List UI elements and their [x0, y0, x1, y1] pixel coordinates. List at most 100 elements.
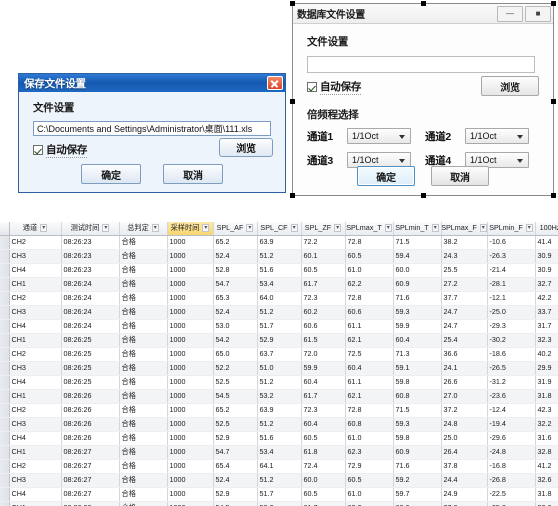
cell-spl_cf[interactable]: 51.2	[257, 417, 302, 432]
cell-spl_af[interactable]: 52.2	[213, 361, 258, 376]
cell-verdict[interactable]: 合格	[119, 501, 168, 506]
cell-spl_zf[interactable]: 61.7	[301, 277, 346, 292]
cell-time[interactable]: 08:26:23	[61, 263, 120, 278]
cell-hz100[interactable]: 31.9	[535, 375, 558, 390]
cell-spl_zf[interactable]: 60.5	[301, 431, 346, 446]
cell-splmax_f[interactable]: 27.0	[441, 501, 488, 506]
row-selector-cell[interactable]	[0, 235, 10, 250]
cell-spl_af[interactable]: 65.4	[213, 459, 258, 474]
cell-channel[interactable]: CH1	[9, 389, 62, 404]
cell-splmin_f[interactable]: -21.4	[487, 263, 536, 278]
cell-splmax_f[interactable]: 38.2	[441, 235, 488, 250]
cell-splmax_t[interactable]: 60.5	[345, 249, 394, 264]
cell-spl_af[interactable]: 52.9	[213, 487, 258, 502]
cell-splmax_f[interactable]: 25.4	[441, 333, 488, 348]
cell-spl_cf[interactable]: 53.4	[257, 277, 302, 292]
cell-splmax_t[interactable]: 72.5	[345, 347, 394, 362]
cell-verdict[interactable]: 合格	[119, 291, 168, 306]
cell-sample[interactable]: 1000	[167, 501, 214, 506]
cell-time[interactable]: 08:26:26	[61, 417, 120, 432]
cell-splmin_t[interactable]: 59.3	[393, 417, 442, 432]
cell-splmin_f[interactable]: -29.3	[487, 319, 536, 334]
cell-sample[interactable]: 1000	[167, 473, 214, 488]
table-row[interactable]: CH3 08:26:27 合格 1000 52.4 51.2 60.0 60.5 59.2 24.…	[0, 473, 558, 488]
cell-channel[interactable]: CH2	[9, 459, 62, 474]
cell-splmin_f[interactable]: -30.2	[487, 333, 536, 348]
cell-splmax_f[interactable]: 26.6	[441, 375, 488, 390]
cell-verdict[interactable]: 合格	[119, 487, 168, 502]
db-path-input[interactable]	[307, 56, 535, 73]
cell-splmax_f[interactable]: 24.3	[441, 249, 488, 264]
cell-verdict[interactable]: 合格	[119, 431, 168, 446]
cell-splmin_f[interactable]: -26.5	[487, 361, 536, 376]
cell-spl_cf[interactable]: 51.2	[257, 473, 302, 488]
filter-dropdown-icon[interactable]: ▾	[431, 224, 439, 233]
db-browse-button[interactable]: 浏览	[481, 76, 539, 96]
row-selector-cell[interactable]	[0, 445, 10, 460]
filter-dropdown-icon[interactable]: ▾	[290, 224, 298, 233]
table-row[interactable]: CH2 08:26:27 合格 1000 65.4 64.1 72.4 72.9 71.6 37.…	[0, 459, 558, 474]
column-header-verdict[interactable]: 总判定 ▾	[119, 222, 168, 236]
db-autosave-checkbox[interactable]	[307, 82, 317, 92]
cell-splmin_f[interactable]: -23.6	[487, 389, 536, 404]
resize-handle-bottom-center[interactable]	[421, 193, 426, 198]
cell-splmax_t[interactable]: 62.2	[345, 277, 394, 292]
cell-spl_cf[interactable]: 51.2	[257, 305, 302, 320]
cell-hz100[interactable]: 32.8	[535, 445, 558, 460]
cell-sample[interactable]: 1000	[167, 459, 214, 474]
row-selector-cell[interactable]	[0, 305, 10, 320]
cell-splmax_t[interactable]: 72.8	[345, 291, 394, 306]
cell-splmin_t[interactable]: 59.9	[393, 319, 442, 334]
cell-verdict[interactable]: 合格	[119, 333, 168, 348]
cell-channel[interactable]: CH2	[9, 235, 62, 250]
table-row[interactable]: CH2 08:26:25 合格 1000 65.0 63.7 72.0 72.5 71.3 36.…	[0, 347, 558, 362]
cell-splmax_t[interactable]: 61.0	[345, 263, 394, 278]
channel-1-select[interactable]: 1/1Oct	[347, 128, 411, 144]
cell-spl_cf[interactable]: 51.0	[257, 361, 302, 376]
save-browse-button[interactable]: 浏览	[219, 138, 273, 157]
cell-verdict[interactable]: 合格	[119, 263, 168, 278]
cell-sample[interactable]: 1000	[167, 333, 214, 348]
cell-hz100[interactable]: 31.8	[535, 487, 558, 502]
cell-splmin_f[interactable]: -18.6	[487, 347, 536, 362]
cell-channel[interactable]: CH2	[9, 347, 62, 362]
cell-splmax_t[interactable]: 61.0	[345, 487, 394, 502]
cell-splmin_f[interactable]: -31.2	[487, 375, 536, 390]
cell-verdict[interactable]: 合格	[119, 417, 168, 432]
cell-splmin_t[interactable]: 60.9	[393, 501, 442, 506]
cell-spl_zf[interactable]: 61.7	[301, 501, 346, 506]
row-selector-cell[interactable]	[0, 473, 10, 488]
cell-spl_cf[interactable]: 52.9	[257, 333, 302, 348]
cell-time[interactable]: 08:26:24	[61, 277, 120, 292]
cell-verdict[interactable]: 合格	[119, 361, 168, 376]
cell-spl_zf[interactable]: 60.0	[301, 473, 346, 488]
cell-sample[interactable]: 1000	[167, 375, 214, 390]
cell-time[interactable]: 08:26:23	[61, 249, 120, 264]
cell-splmax_f[interactable]: 24.7	[441, 319, 488, 334]
cell-time[interactable]: 08:26:24	[61, 291, 120, 306]
cell-spl_zf[interactable]: 61.5	[301, 333, 346, 348]
cell-sample[interactable]: 1000	[167, 347, 214, 362]
cell-splmax_f[interactable]: 24.8	[441, 417, 488, 432]
cell-hz100[interactable]: 31.7	[535, 319, 558, 334]
cell-splmin_t[interactable]: 59.4	[393, 249, 442, 264]
cell-splmax_f[interactable]: 25.0	[441, 431, 488, 446]
cell-spl_af[interactable]: 65.3	[213, 291, 258, 306]
cell-spl_af[interactable]: 53.0	[213, 319, 258, 334]
db-ok-button[interactable]: 确定	[357, 166, 415, 186]
cell-verdict[interactable]: 合格	[119, 459, 168, 474]
cell-verdict[interactable]: 合格	[119, 403, 168, 418]
cell-sample[interactable]: 1000	[167, 277, 214, 292]
cell-channel[interactable]: CH4	[9, 431, 62, 446]
column-header-spl_af[interactable]: SPL_AF ▾	[213, 222, 258, 236]
cell-spl_zf[interactable]: 72.3	[301, 291, 346, 306]
cell-hz100[interactable]: 40.2	[535, 347, 558, 362]
cell-splmax_t[interactable]: 60.8	[345, 417, 394, 432]
cell-splmin_f[interactable]: -12.1	[487, 291, 536, 306]
table-row[interactable]: CH3 08:26:26 合格 1000 52.5 51.2 60.4 60.8 59.3 24.…	[0, 417, 558, 432]
cell-sample[interactable]: 1000	[167, 291, 214, 306]
cell-splmin_f[interactable]: -28.1	[487, 277, 536, 292]
cell-channel[interactable]: CH3	[9, 473, 62, 488]
cell-verdict[interactable]: 合格	[119, 277, 168, 292]
cell-channel[interactable]: CH3	[9, 417, 62, 432]
